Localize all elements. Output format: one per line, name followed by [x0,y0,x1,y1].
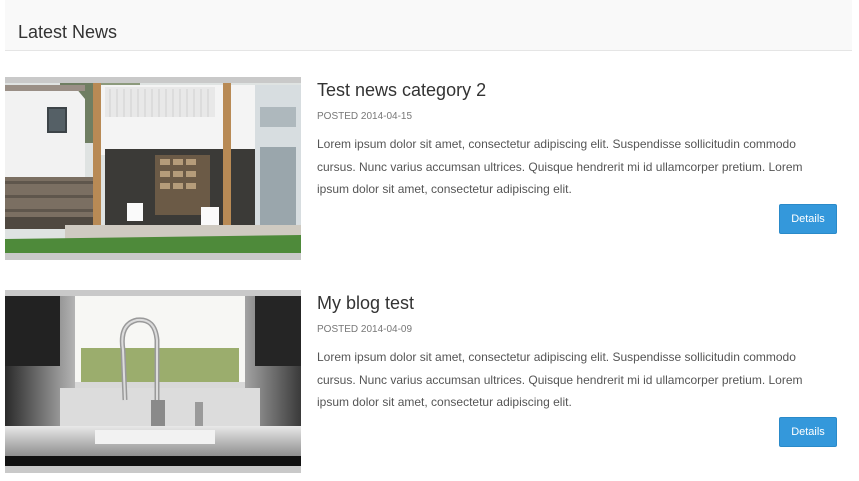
posted-label: POSTED [317,324,359,335]
news-title-link[interactable]: My blog test [317,291,414,315]
news-item: My blog test POSTED 2014-04-09 Lorem ips… [5,290,852,473]
kitchen-sink-photo [5,290,301,473]
news-excerpt: Lorem ipsum dolor sit amet, consectetur … [317,350,803,409]
news-date: POSTED 2014-04-15 [317,110,412,124]
details-button[interactable]: Details [779,204,837,234]
latest-news-panel: Latest News Test news category 2 POSTED … [5,0,852,481]
news-excerpt: Lorem ipsum dolor sit amet, consectetur … [317,137,803,196]
posted-date: 2014-04-15 [360,111,413,122]
news-thumbnail-kitchen[interactable] [5,290,301,473]
panel-header: Latest News [5,0,852,51]
news-date: POSTED 2014-04-09 [317,323,412,337]
posted-label: POSTED [317,111,359,122]
news-title-link[interactable]: Test news category 2 [317,78,486,102]
details-button[interactable]: Details [779,417,837,447]
news-item: Test news category 2 POSTED 2014-04-15 L… [5,77,852,260]
panel-title: Latest News [18,22,118,42]
news-thumbnail-house[interactable] [5,77,301,260]
posted-date: 2014-04-09 [360,324,413,335]
house-exterior-photo [5,77,301,260]
